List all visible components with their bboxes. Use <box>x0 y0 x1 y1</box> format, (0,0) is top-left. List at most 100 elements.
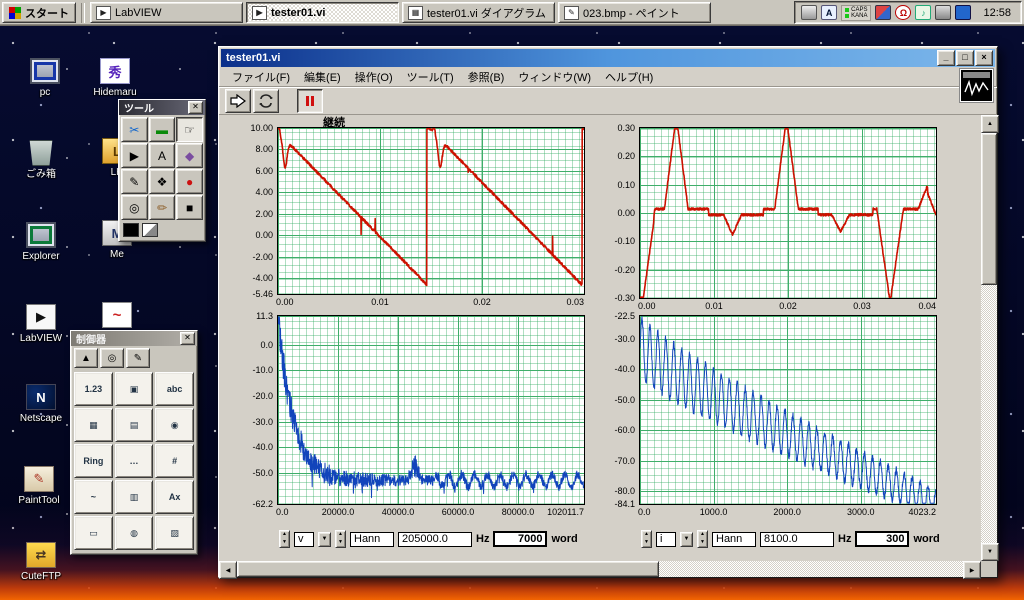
ring-controls-icon[interactable]: ◉ <box>155 408 194 442</box>
up-level-icon[interactable]: ▲ <box>74 348 98 368</box>
network-users-icon[interactable] <box>875 5 892 20</box>
window-titlebar[interactable]: tester01.vi _ □ × <box>221 49 995 67</box>
volume-icon[interactable]: ♪ <box>915 5 932 20</box>
window-fn-spinner[interactable]: ▲ ▼ <box>697 530 708 548</box>
boolean-controls-icon[interactable]: ▣ <box>114 372 154 406</box>
scroll-tool[interactable]: ❖ <box>148 169 176 194</box>
scroll-right-icon[interactable]: ▶ <box>963 561 981 579</box>
minimize-icon[interactable]: _ <box>937 50 955 66</box>
chevron-down-icon[interactable]: ▼ <box>680 531 693 547</box>
decorations-icon[interactable]: ▭ <box>74 516 113 550</box>
desktop-icon-recycle-bin[interactable]: ごみ箱 <box>10 140 72 180</box>
vertical-scroll-thumb[interactable] <box>981 133 997 285</box>
tools-palette-titlebar[interactable]: ツール ✕ <box>119 100 205 115</box>
window-function-left[interactable]: Hann <box>350 531 394 547</box>
sample-rate-right[interactable]: 8100.0 <box>760 531 834 547</box>
taskbar-task-paint[interactable]: ✎ 023.bmp - ペイント <box>558 2 711 23</box>
scroll-up-icon[interactable]: ▲ <box>981 115 999 133</box>
taskbar-task-tester01-panel[interactable]: ▶ tester01.vi <box>246 2 399 23</box>
background-color-swatch[interactable] <box>142 223 158 237</box>
position-tool[interactable]: ▶ <box>121 143 148 168</box>
plot-area[interactable] <box>277 315 585 505</box>
search-icon[interactable]: ◎ <box>100 348 124 368</box>
mode-spinner[interactable]: ▲ ▼ <box>641 530 652 548</box>
plot-area[interactable] <box>277 127 585 295</box>
taskbar-task-labview[interactable]: ▶ LabVIEW <box>90 2 243 23</box>
horizontal-scroll-thumb[interactable] <box>237 561 659 577</box>
desktop-icon-hidemaru[interactable]: 秀 Hidemaru <box>84 58 146 98</box>
scroll-down-icon[interactable]: ▼ <box>981 543 999 561</box>
tray-clock[interactable]: 12:58 <box>975 7 1015 19</box>
system-agent-icon[interactable] <box>955 5 972 20</box>
horizontal-scrollbar[interactable]: ◀ ▶ <box>219 561 981 579</box>
mode-select-left[interactable]: v <box>294 531 314 547</box>
numeric-controls-icon[interactable]: 1.23 <box>74 372 113 406</box>
y-tick-label: -20.0 <box>252 391 273 402</box>
menu-operate[interactable]: 操作(O) <box>348 67 400 87</box>
array-controls-icon[interactable]: ▦ <box>74 408 113 442</box>
close-icon[interactable]: ✕ <box>188 101 203 114</box>
window-fn-spinner[interactable]: ▲ ▼ <box>335 530 346 548</box>
wire-cut-tool[interactable]: ✂ <box>121 117 148 142</box>
plot-area[interactable] <box>639 127 937 299</box>
chart-controls-icon[interactable]: ~ <box>74 480 113 514</box>
breakpoint-tool[interactable]: ● <box>176 169 203 194</box>
vertical-scrollbar[interactable]: ▲ ▼ <box>981 115 999 561</box>
antivirus-icon[interactable]: Ω <box>895 5 912 20</box>
maximize-icon[interactable]: □ <box>956 50 974 66</box>
menu-help[interactable]: ヘルプ(H) <box>598 67 660 87</box>
sample-rate-left[interactable]: 205000.0 <box>398 531 472 547</box>
color-tool[interactable]: ■ <box>176 195 203 220</box>
vi-icon[interactable] <box>959 68 994 103</box>
wire-tool[interactable]: ▬ <box>148 117 176 142</box>
controls-palette-titlebar[interactable]: 制御器 ✕ <box>71 331 197 346</box>
sample-count-right[interactable]: 300 <box>855 531 910 547</box>
foreground-color-swatch[interactable] <box>123 223 139 237</box>
menu-file[interactable]: ファイル(F) <box>225 67 297 87</box>
window-function-right[interactable]: Hann <box>712 531 756 547</box>
edit-tool[interactable]: ✎ <box>121 169 148 194</box>
table-controls-icon[interactable]: ▨ <box>155 516 194 550</box>
desktop-icon-cuteftp[interactable]: ⇄ CuteFTP <box>10 542 72 582</box>
printer-icon[interactable] <box>801 5 818 20</box>
menu-browse[interactable]: 参照(B) <box>461 67 512 87</box>
enum-controls-icon[interactable]: Ring <box>74 444 113 478</box>
desktop-icon-labview[interactable]: ▶ LabVIEW <box>10 304 72 344</box>
brush-tool[interactable]: ✏ <box>148 195 176 220</box>
mode-spinner[interactable]: ▲ ▼ <box>279 530 290 548</box>
scroll-left-icon[interactable]: ◀ <box>219 561 237 579</box>
menu-tools[interactable]: ツール(T) <box>400 67 461 87</box>
run-continuous-button[interactable] <box>253 88 279 113</box>
taskbar-task-tester01-diagram[interactable]: ▦ tester01.vi ダイアグラム <box>402 2 555 23</box>
plot-area[interactable] <box>639 315 937 505</box>
menu-edit[interactable]: 編集(E) <box>297 67 348 87</box>
edit-palette-icon[interactable]: ✎ <box>126 348 150 368</box>
chevron-down-icon[interactable]: ▼ <box>318 531 331 547</box>
dial-controls-icon[interactable]: ◍ <box>114 516 154 550</box>
operate-value-tool[interactable]: ☞ <box>176 117 203 142</box>
mode-select-right[interactable]: i <box>656 531 676 547</box>
graph-controls-icon[interactable]: ▥ <box>114 480 154 514</box>
list-controls-icon[interactable]: ▤ <box>114 408 154 442</box>
desktop-icon-netscape[interactable]: N Netscape <box>10 384 72 424</box>
probe-tool[interactable]: ◎ <box>121 195 148 220</box>
menu-window[interactable]: ウィンドウ(W) <box>511 67 598 87</box>
string-path-controls-icon[interactable]: abc <box>155 372 194 406</box>
pause-button[interactable] <box>297 88 323 113</box>
start-button[interactable]: スタート <box>2 2 76 23</box>
run-button[interactable] <box>225 88 251 113</box>
desktop-icon-explorer[interactable]: Explorer <box>10 222 72 262</box>
desktop-icon-painttool[interactable]: ✎ PaintTool <box>8 466 70 506</box>
activex-controls-icon[interactable]: Ax <box>155 480 194 514</box>
desktop-icon-pc[interactable]: pc <box>14 58 76 98</box>
close-icon[interactable]: ✕ <box>180 332 195 345</box>
display-settings-icon[interactable] <box>935 5 952 20</box>
y-tick-label: 2.00 <box>255 208 273 219</box>
edit-text-tool[interactable]: A <box>148 143 176 168</box>
close-icon[interactable]: × <box>975 50 993 66</box>
numeric-indicator-icon[interactable]: # <box>155 444 194 478</box>
sample-count-left[interactable]: 7000 <box>493 531 548 547</box>
ime-indicator[interactable]: A <box>821 5 838 20</box>
color-copy-tool[interactable]: ◆ <box>176 143 203 168</box>
refnum-controls-icon[interactable]: … <box>114 444 154 478</box>
